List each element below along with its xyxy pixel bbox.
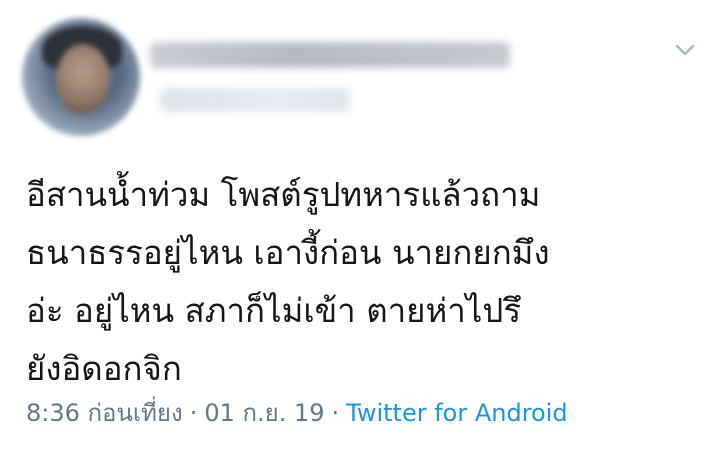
tweet-meta: 8:36 ก่อนเที่ยง · 01 ก.ย. 19 · Twitter for A…: [26, 394, 568, 432]
tweet-source-link[interactable]: Twitter for Android: [346, 399, 567, 427]
meta-separator: ·: [189, 399, 198, 427]
user-handle-blurred[interactable]: [160, 88, 350, 112]
avatar[interactable]: [22, 18, 140, 136]
tweet-text: อีสานน้ำท่วม โพสต์รูปทหารแล้วถาม ธนาธรรอ…: [26, 175, 550, 388]
tweet-time[interactable]: 8:36 ก่อนเที่ยง: [26, 399, 183, 427]
tweet-card: อีสานน้ำท่วม โพสต์รูปทหารแล้วถาม ธนาธรรอ…: [0, 0, 705, 456]
avatar-face: [56, 44, 110, 114]
tweet-date[interactable]: 01 ก.ย. 19: [204, 399, 324, 427]
display-name-blurred[interactable]: [150, 42, 510, 68]
chevron-down-icon[interactable]: [674, 42, 696, 58]
meta-separator: ·: [331, 399, 340, 427]
